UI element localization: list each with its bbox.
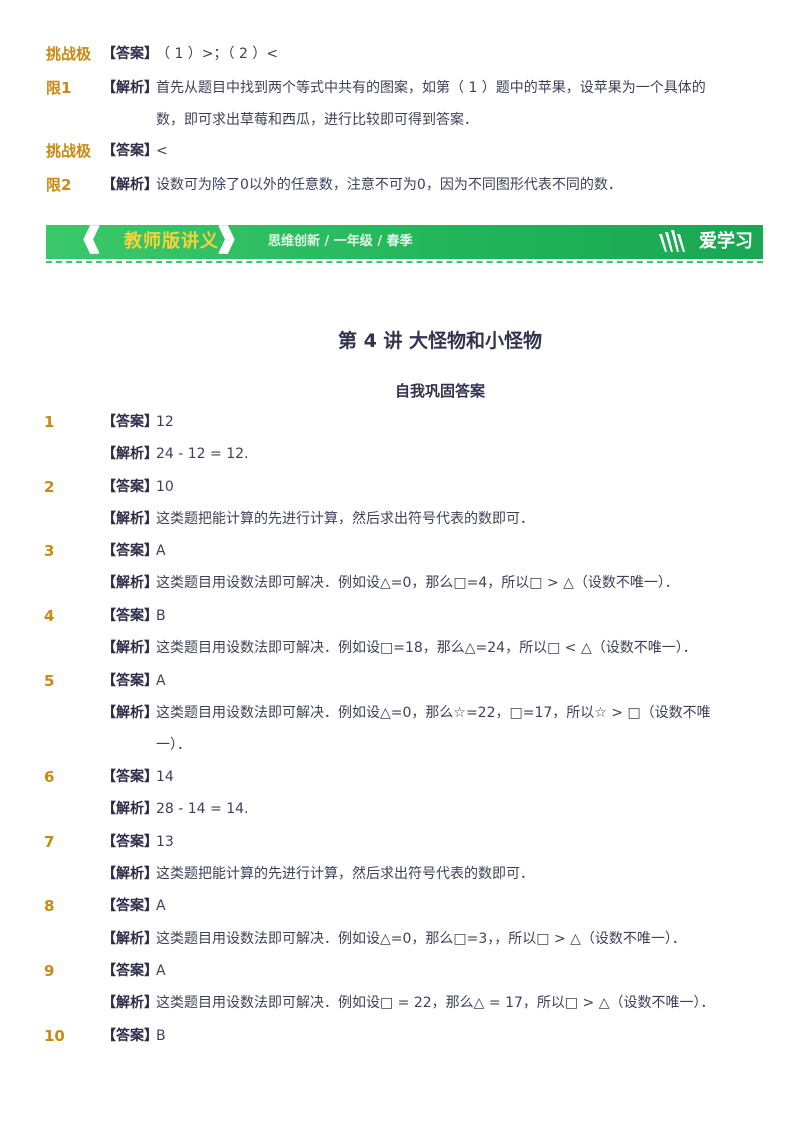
question-number: 8	[44, 897, 55, 915]
answer-tag: 【答案】	[102, 769, 158, 785]
teacher-handout-banner: 《《《 教师版讲义 》》》 思维创新 / 一年级 / 春季 爱学习	[46, 225, 763, 259]
answer-tag: 【答案】	[102, 834, 158, 850]
brand-name: 爱学习	[699, 231, 753, 252]
answer-tag: 【答案】	[102, 479, 158, 495]
answer-text: B	[156, 1028, 166, 1044]
explanation-text: 这类题目用设数法即可解决．例如设□=18，那么△=24，所以□ < △（设数不唯…	[156, 640, 697, 656]
explanation-tag: 【解析】	[102, 995, 158, 1011]
explanation-tag: 【解析】	[102, 705, 158, 721]
explanation-tag: 【解析】	[102, 80, 158, 96]
answer-text: 14	[156, 769, 174, 785]
question-number: 9	[44, 962, 55, 980]
explanation-text: 这类题把能计算的先进行计算，然后求出符号代表的数即可．	[156, 866, 534, 882]
answer-text: （ 1 ）>；（ 2 ）<	[156, 46, 279, 62]
answer-text: 12	[156, 414, 174, 430]
answer-tag: 【答案】	[102, 143, 158, 159]
answer-text: 10	[156, 479, 174, 495]
explanation-text: 首先从题目中找到两个等式中共有的图案，如第（ 1 ）题中的苹果，设苹果为一个具体…	[156, 80, 706, 96]
answer-text: A	[156, 673, 166, 689]
explanation-tag: 【解析】	[102, 575, 158, 591]
chevron-left-icon: 《《《	[68, 224, 100, 259]
explanation-tag: 【解析】	[102, 446, 158, 462]
explanation-text: 这类题目用设数法即可解决．例如设□ = 22，那么△ = 17，所以□ > △（…	[156, 995, 715, 1011]
chevron-right-icon: 》》》	[218, 224, 250, 259]
explanation-text: 设数可为除了0以外的任意数，注意不可为0，因为不同图形代表不同的数．	[156, 177, 622, 193]
question-number: 7	[44, 833, 55, 851]
explanation-tag: 【解析】	[102, 511, 158, 527]
banner-title: 教师版讲义	[124, 231, 219, 252]
explanation-text: 24 - 12 = 12.	[156, 446, 249, 462]
banner-dashed-divider	[46, 261, 763, 263]
explanation-tag: 【解析】	[102, 801, 158, 817]
answer-tag: 【答案】	[102, 1028, 158, 1044]
explanation-text: 这类题目用设数法即可解决．例如设△=0，那么□=3，，所以□ > △（设数不唯一…	[156, 931, 686, 947]
answer-text: A	[156, 963, 166, 979]
explanation-tag: 【解析】	[102, 640, 158, 656]
explanation-text: 这类题把能计算的先进行计算，然后求出符号代表的数即可．	[156, 511, 534, 527]
section-title: 自我巩固答案	[394, 382, 485, 400]
explanation-text: 这类题目用设数法即可解决．例如设△=0，那么☆=22，□=17，所以☆ > □（…	[156, 705, 711, 721]
answer-tag: 【答案】	[102, 963, 158, 979]
question-number: 4	[44, 607, 55, 625]
question-number: 5	[44, 672, 55, 690]
explanation-text-cont: 数，即可求出草莓和西瓜，进行比较即可得到答案．	[156, 112, 478, 128]
answer-text: A	[156, 543, 166, 559]
answer-text: <	[156, 143, 168, 159]
question-number: 10	[44, 1027, 65, 1045]
explanation-tag: 【解析】	[102, 866, 158, 882]
answer-tag: 【答案】	[102, 46, 158, 62]
answer-tag: 【答案】	[102, 414, 158, 430]
question-number: 2	[44, 478, 55, 496]
explanation-tag: 【解析】	[102, 177, 158, 193]
question-number: 1	[44, 413, 55, 431]
level-label: 限2	[46, 176, 72, 194]
answer-text: B	[156, 608, 166, 624]
answer-tag: 【答案】	[102, 673, 158, 689]
answer-tag: 【答案】	[102, 608, 158, 624]
question-number: 6	[44, 768, 55, 786]
question-number: 3	[44, 542, 55, 560]
explanation-text: 这类题目用设数法即可解决．例如设△=0，那么□=4，所以□ > △（设数不唯一）…	[156, 575, 679, 591]
explanation-tag: 【解析】	[102, 931, 158, 947]
level-label: 限1	[46, 79, 72, 97]
answer-text: A	[156, 898, 166, 914]
banner-subtitle: 思维创新 / 一年级 / 春季	[268, 234, 413, 249]
level-label: 挑战极	[46, 142, 92, 160]
explanation-text: 28 - 14 = 14.	[156, 801, 249, 817]
answer-tag: 【答案】	[102, 898, 158, 914]
answer-text: 13	[156, 834, 174, 850]
level-label: 挑战极	[46, 45, 92, 63]
answer-tag: 【答案】	[102, 543, 158, 559]
brand-logo-icon	[659, 230, 685, 252]
explanation-text-cont: 一）．	[156, 737, 191, 753]
lesson-title: 第 4 讲 大怪物和小怪物	[337, 330, 543, 352]
